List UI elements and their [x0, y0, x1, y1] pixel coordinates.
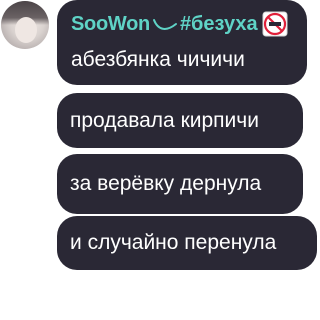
- username[interactable]: SooWon: [71, 13, 150, 36]
- avatar[interactable]: [1, 1, 49, 49]
- message-text: за верёвку дернула: [70, 172, 262, 195]
- no-love-icon: [262, 11, 288, 37]
- message-bubble[interactable]: и случайно перенула: [57, 216, 317, 270]
- message-bubble[interactable]: продавала кирпичи: [57, 93, 303, 148]
- message-text: абезбянка чичичи: [71, 48, 245, 71]
- message-text: продавала кирпичи: [70, 108, 259, 132]
- message-text: и случайно перенула: [70, 231, 277, 254]
- message-bubble[interactable]: SooWon #безуха абезбянка чичичи: [57, 0, 307, 85]
- message-header: SooWon #безуха: [71, 10, 293, 38]
- wave-icon: [152, 19, 177, 30]
- avatar-face: [15, 17, 37, 43]
- hashtag[interactable]: #безуха: [180, 13, 258, 36]
- message-bubble[interactable]: за верёвку дернула: [57, 154, 303, 214]
